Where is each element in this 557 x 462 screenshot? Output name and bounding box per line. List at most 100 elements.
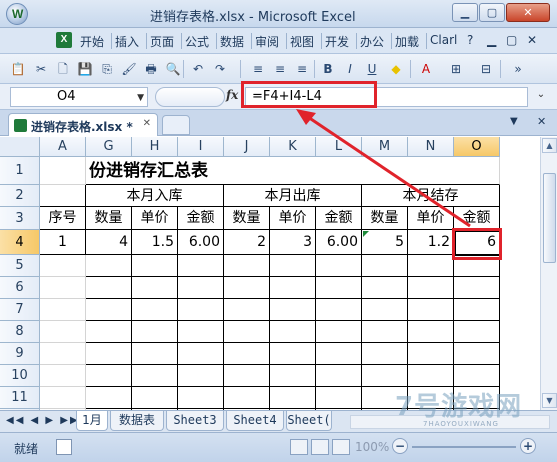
tab-list-icon[interactable]: ▼ — [510, 116, 518, 127]
column-label[interactable]: 金额 — [316, 207, 362, 230]
data-cell[interactable]: 3 — [270, 230, 316, 255]
formula-bar-divider[interactable] — [155, 87, 225, 107]
menu-tab-8[interactable]: 办公 — [360, 33, 384, 50]
normal-view-icon[interactable] — [290, 439, 308, 455]
chevron-down-icon[interactable]: ▼ — [137, 89, 144, 107]
grid-cell[interactable] — [408, 299, 454, 321]
grid-cell[interactable] — [408, 365, 454, 387]
grid-cell[interactable] — [178, 387, 224, 409]
sheet-title[interactable]: 份进销存汇总表 — [86, 157, 500, 185]
zoom-in-icon[interactable]: + — [520, 438, 536, 454]
grid-cell[interactable] — [316, 387, 362, 409]
data-cell[interactable]: 2 — [224, 230, 270, 255]
grid-cell[interactable] — [132, 387, 178, 409]
grid-cell[interactable] — [86, 365, 132, 387]
column-label[interactable]: 单价 — [270, 207, 316, 230]
menu-tab-1[interactable]: 插入 — [115, 33, 139, 50]
grid-cell[interactable] — [270, 321, 316, 343]
merge-icon[interactable]: ⊟ — [478, 61, 494, 77]
grid-cell[interactable] — [454, 343, 500, 365]
fill-color-icon[interactable]: ◆ — [388, 61, 404, 77]
row-header-9[interactable]: 9 — [0, 343, 40, 365]
row-header-4[interactable]: 4 — [0, 230, 40, 255]
grid-cell[interactable] — [86, 387, 132, 409]
grid-cell[interactable] — [40, 299, 86, 321]
row-header-2[interactable]: 2 — [0, 185, 40, 207]
undo-icon[interactable]: ↶ — [190, 61, 206, 77]
grid-cell[interactable] — [408, 255, 454, 277]
grid-cell[interactable] — [362, 387, 408, 409]
grid-cell[interactable] — [40, 157, 86, 185]
menu-tab-7[interactable]: 开发 — [325, 33, 349, 50]
grid-cell[interactable] — [40, 387, 86, 409]
grid-cell[interactable] — [178, 255, 224, 277]
new-file-icon[interactable]: 🗋 — [55, 61, 71, 77]
scroll-down-icon[interactable]: ▼ — [542, 393, 557, 408]
copy-icon[interactable]: ⎘ — [99, 61, 115, 77]
help-icon[interactable]: ? — [467, 33, 473, 47]
grid-cell[interactable] — [362, 321, 408, 343]
menu-tab-10[interactable]: Clarl — [430, 33, 457, 47]
bold-icon[interactable]: B — [320, 61, 336, 77]
grid-cell[interactable] — [224, 321, 270, 343]
grid-cell[interactable] — [316, 299, 362, 321]
paste-icon[interactable]: 📋 — [10, 61, 26, 77]
close-button[interactable]: ✕ — [506, 3, 550, 22]
grid-cell[interactable] — [316, 255, 362, 277]
sheet-nav-arrows[interactable]: ◀◀ ◀ ▶ ▶▶ — [6, 415, 80, 426]
data-cell[interactable]: 1 — [40, 230, 86, 255]
grid-cell[interactable] — [86, 343, 132, 365]
grid-cell[interactable] — [270, 277, 316, 299]
font-color-icon[interactable]: A — [418, 61, 434, 77]
row-header-11[interactable]: 11 — [0, 387, 40, 409]
grid-cell[interactable] — [132, 299, 178, 321]
minimize-button[interactable]: ▁ — [452, 3, 478, 22]
expand-formula-icon[interactable]: ⌄ — [533, 89, 549, 105]
grid-cell[interactable] — [454, 365, 500, 387]
column-label[interactable]: 单价 — [408, 207, 454, 230]
grid-cell[interactable] — [362, 299, 408, 321]
grid-cell[interactable] — [178, 321, 224, 343]
grid-cell[interactable] — [408, 277, 454, 299]
tab-close-icon[interactable]: ✕ — [537, 115, 546, 128]
group-header[interactable]: 本月结存 — [362, 185, 500, 207]
print-icon[interactable]: 🖶 — [143, 61, 159, 77]
italic-icon[interactable]: I — [342, 61, 358, 77]
row-header-6[interactable]: 6 — [0, 277, 40, 299]
grid-cell[interactable] — [270, 365, 316, 387]
align-right-icon[interactable]: ≡ — [294, 61, 310, 77]
grid-cell[interactable] — [270, 255, 316, 277]
horizontal-scrollbar[interactable] — [350, 415, 550, 429]
ribbon-minimize-button[interactable]: ▁ — [487, 33, 496, 47]
page-break-view-icon[interactable] — [332, 439, 350, 455]
grid-cell[interactable] — [454, 277, 500, 299]
grid-cell[interactable] — [270, 343, 316, 365]
grid-cell[interactable] — [178, 277, 224, 299]
menu-tab-0[interactable]: 开始 — [80, 33, 104, 50]
format-painter-icon[interactable]: 🖌 — [121, 61, 137, 77]
column-header-G[interactable]: G — [86, 137, 132, 157]
grid-cell[interactable] — [224, 365, 270, 387]
grid-cell[interactable] — [86, 255, 132, 277]
grid-cell[interactable] — [362, 255, 408, 277]
row-header-10[interactable]: 10 — [0, 365, 40, 387]
column-label[interactable]: 金额 — [454, 207, 500, 230]
zoom-level[interactable]: 100% — [355, 440, 389, 454]
sheet-tab-5[interactable]: Sheet( — [286, 411, 332, 431]
grid-cell[interactable] — [40, 255, 86, 277]
sheet-tab-4[interactable]: Sheet4 — [226, 411, 284, 431]
macro-record-icon[interactable] — [56, 439, 72, 455]
new-tab-button[interactable] — [162, 115, 190, 135]
grid-cell[interactable] — [178, 343, 224, 365]
data-cell[interactable]: 6.00 — [178, 230, 224, 255]
vertical-scrollbar[interactable]: ▲ ▼ — [540, 137, 557, 410]
grid-cell[interactable] — [454, 387, 500, 409]
zoom-slider[interactable] — [412, 446, 516, 448]
align-center-icon[interactable]: ≡ — [272, 61, 288, 77]
grid-cell[interactable] — [270, 299, 316, 321]
grid-cell[interactable] — [408, 343, 454, 365]
grid-cell[interactable] — [132, 277, 178, 299]
column-label[interactable]: 数量 — [362, 207, 408, 230]
grid-cell[interactable] — [40, 365, 86, 387]
align-left-icon[interactable]: ≡ — [250, 61, 266, 77]
